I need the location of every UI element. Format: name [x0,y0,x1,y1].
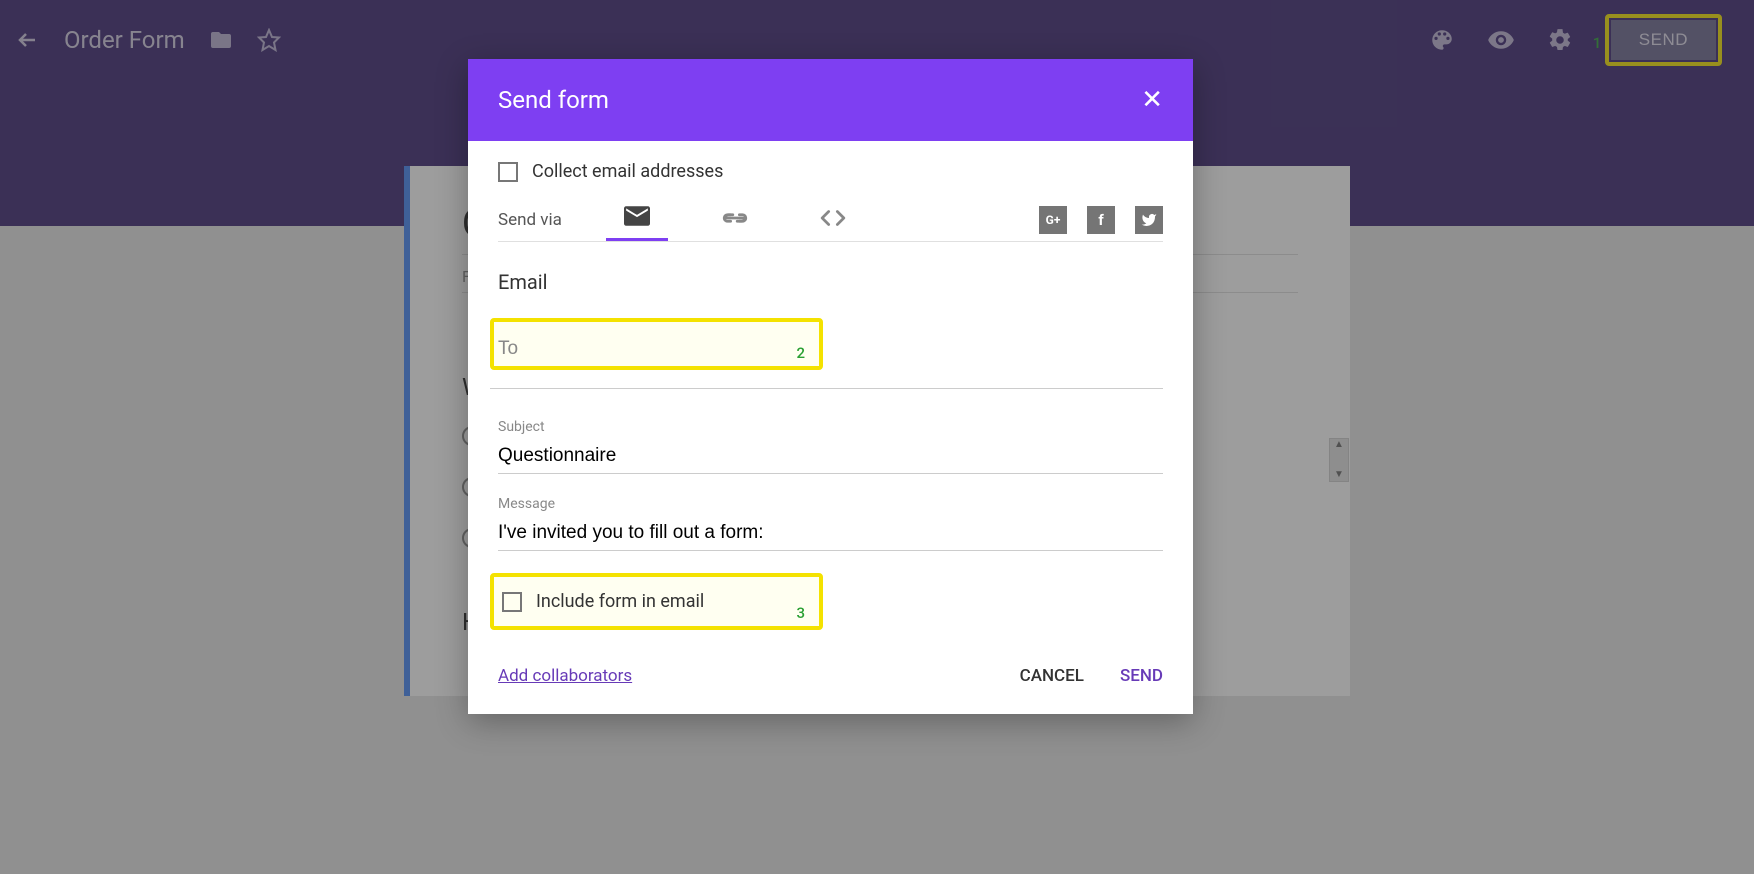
callout-3: 3 [796,604,805,622]
palette-icon[interactable] [1429,27,1455,53]
scroll-down-icon[interactable]: ▼ [1330,469,1348,481]
back-arrow-icon[interactable] [16,28,40,52]
dialog-send-button[interactable]: SEND [1120,666,1163,686]
scroll-widget[interactable]: ▲ ▼ [1329,438,1349,482]
toolbar-right: 1 SEND [1429,14,1738,66]
send-via-tabs: Send via [498,198,864,241]
dialog-footer: Add collaborators CANCEL SEND [498,666,1163,686]
collect-email-label: Collect email addresses [532,161,723,182]
subject-field-group: Subject [498,419,1163,474]
send-via-label: Send via [498,210,562,230]
checkbox-icon[interactable] [502,592,522,612]
twitter-icon[interactable] [1135,206,1163,234]
collect-email-row[interactable]: Collect email addresses [498,161,1163,182]
star-icon[interactable] [257,28,281,52]
dialog-header: Send form ✕ [468,59,1193,141]
close-icon[interactable]: ✕ [1141,85,1163,115]
to-field-highlight: 2 [490,318,823,370]
subject-input[interactable] [498,437,1163,474]
message-input[interactable] [498,514,1163,551]
to-input[interactable] [498,330,815,366]
preview-eye-icon[interactable] [1487,26,1515,54]
send-button-highlight: 1 SEND [1605,14,1722,66]
settings-gear-icon[interactable] [1547,27,1573,53]
social-share: G+ f [1039,206,1163,234]
tab-embed-icon[interactable] [802,202,864,238]
footer-buttons: CANCEL SEND [1020,666,1163,686]
facebook-icon[interactable]: f [1087,206,1115,234]
send-button[interactable]: SEND [1611,20,1716,60]
googleplus-icon[interactable]: G+ [1039,206,1067,234]
email-section: Email 2 Subject Message Include form in … [498,242,1163,686]
cancel-button[interactable]: CANCEL [1020,666,1084,686]
send-form-dialog: Send form ✕ Collect email addresses Send… [468,59,1193,714]
message-field-group: Message [498,496,1163,551]
folder-icon[interactable] [209,28,233,52]
email-heading: Email [498,270,1163,294]
tab-link-icon[interactable] [704,203,766,237]
dialog-body: Collect email addresses Send via G+ f [468,141,1193,714]
dialog-title: Send form [498,86,609,114]
add-collaborators-link[interactable]: Add collaborators [498,666,632,686]
tab-email-icon[interactable] [606,198,668,241]
send-via-row: Send via G+ f [498,198,1163,242]
message-label: Message [498,496,1163,512]
callout-1: 1 [1593,34,1602,52]
checkbox-icon[interactable] [498,162,518,182]
toolbar-left: Order Form [16,26,1429,54]
include-form-label: Include form in email [536,591,704,612]
callout-2: 2 [796,344,805,362]
include-form-highlight: Include form in email 3 [490,573,823,630]
page-title: Order Form [64,26,185,54]
subject-label: Subject [498,419,1163,435]
scroll-up-icon[interactable]: ▲ [1330,439,1348,451]
